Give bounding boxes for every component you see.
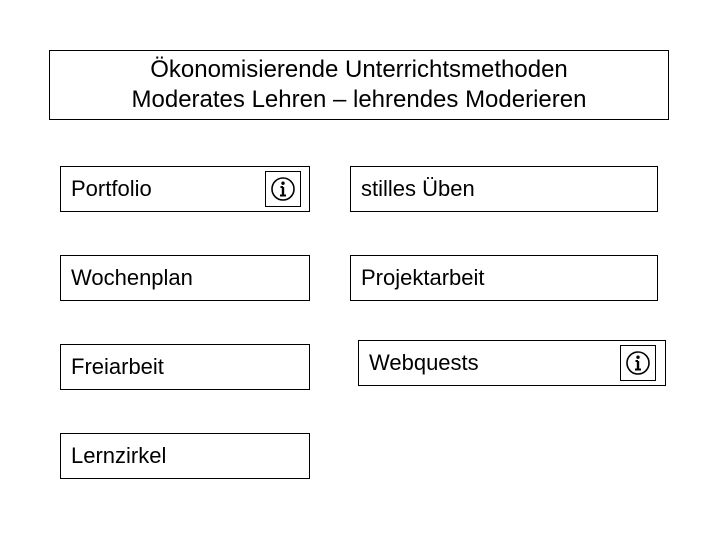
info-icon[interactable] [620, 345, 656, 381]
title-line-1: Ökonomisierende Unterrichtsmethoden [50, 55, 668, 85]
box-stilles-ueben: stilles Üben [350, 166, 658, 212]
box-lernzirkel: Lernzirkel [60, 433, 310, 479]
info-icon[interactable] [265, 171, 301, 207]
label-wochenplan: Wochenplan [71, 265, 193, 291]
box-projektarbeit: Projektarbeit [350, 255, 658, 301]
label-freiarbeit: Freiarbeit [71, 354, 164, 380]
title-line-2: Moderates Lehren – lehrendes Moderieren [50, 85, 668, 115]
label-portfolio: Portfolio [71, 176, 152, 202]
diagram-canvas: Ökonomisierende Unterrichtsmethoden Mode… [0, 0, 720, 540]
label-stilles-ueben: stilles Üben [361, 176, 475, 202]
label-lernzirkel: Lernzirkel [71, 443, 166, 469]
label-webquests: Webquests [369, 350, 479, 376]
box-freiarbeit: Freiarbeit [60, 344, 310, 390]
box-wochenplan: Wochenplan [60, 255, 310, 301]
label-projektarbeit: Projektarbeit [361, 265, 485, 291]
title-box: Ökonomisierende Unterrichtsmethoden Mode… [49, 50, 669, 120]
